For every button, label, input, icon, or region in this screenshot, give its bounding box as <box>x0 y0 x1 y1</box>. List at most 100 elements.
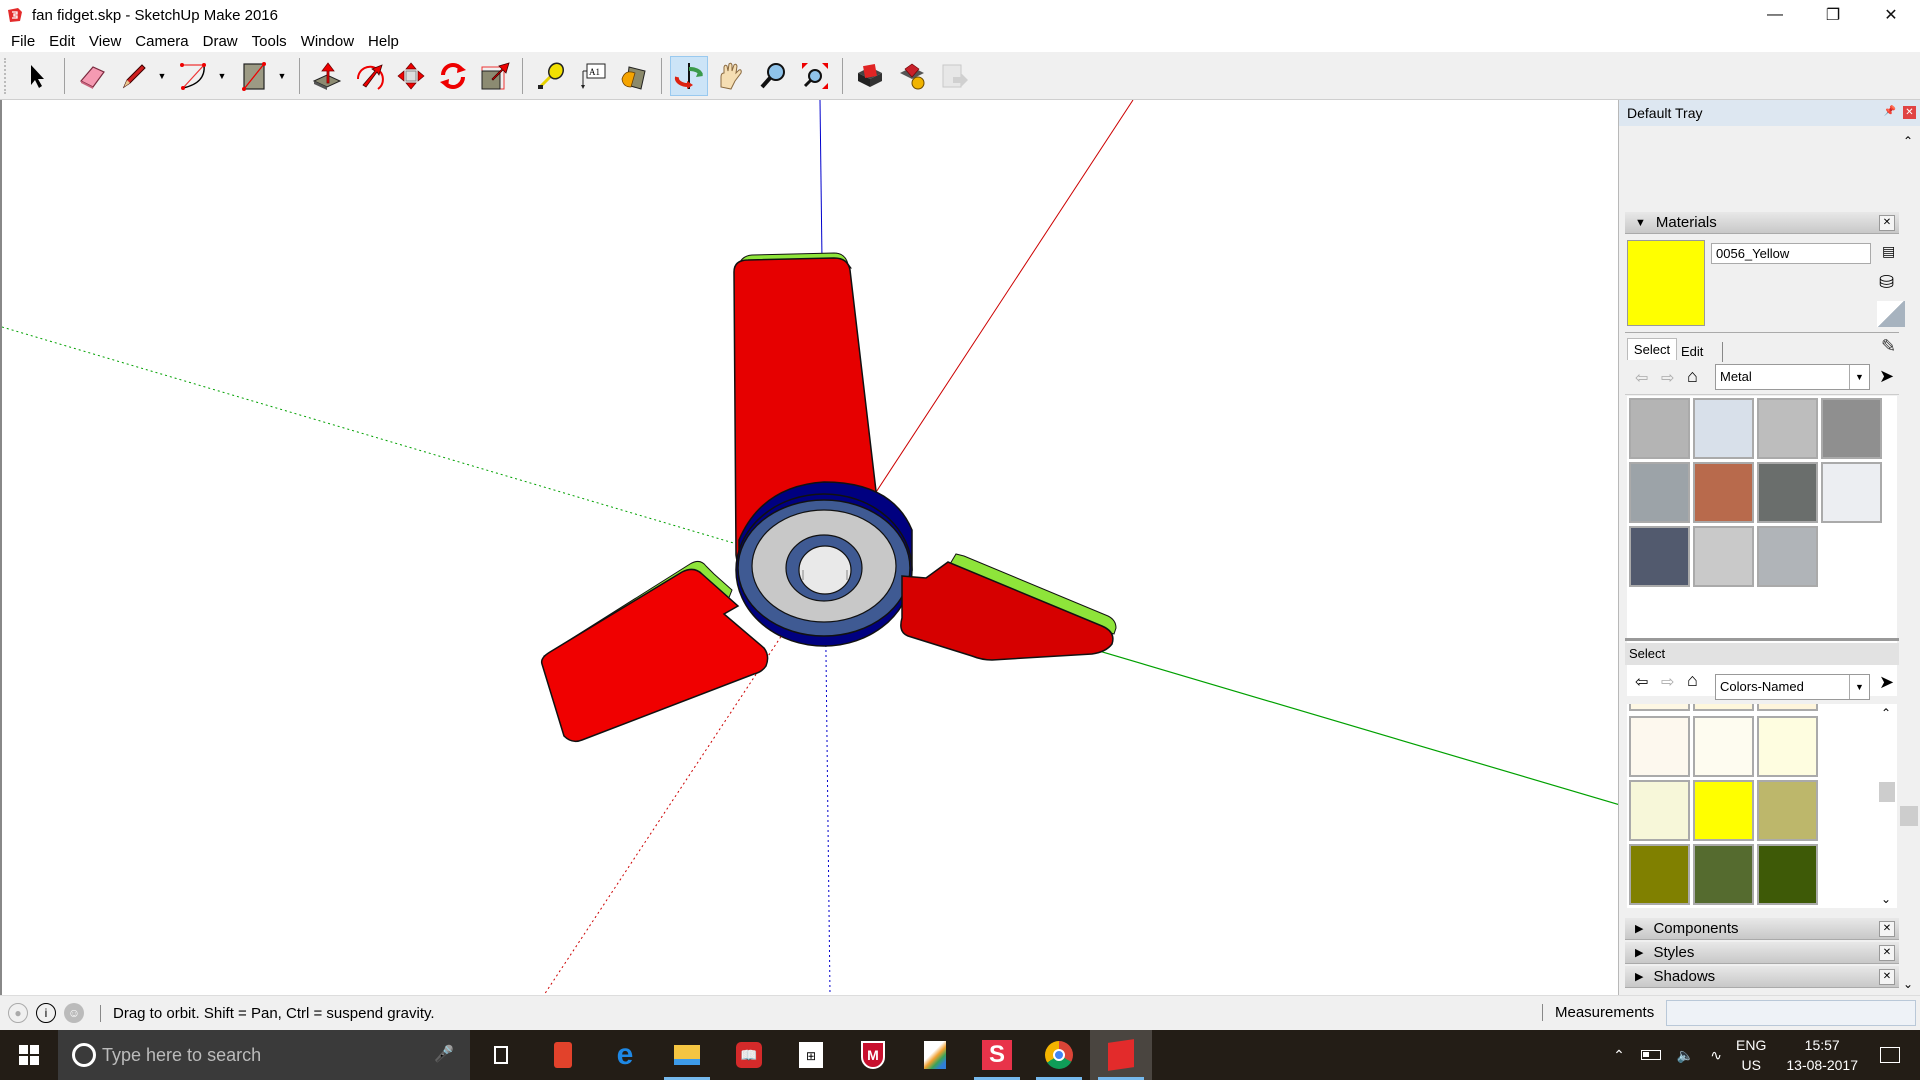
rectangle-tool-dropdown[interactable]: ▼ <box>275 56 289 96</box>
restore-button[interactable]: ❐ <box>1804 0 1862 30</box>
follow-me-tool-button[interactable] <box>350 56 388 96</box>
taskbar-paint-app[interactable] <box>904 1030 966 1080</box>
extension-warehouse-tool-button[interactable] <box>893 56 931 96</box>
menu-window[interactable]: Window <box>294 33 361 50</box>
line-tool-button[interactable] <box>115 56 153 96</box>
tab-edit[interactable]: Edit <box>1677 342 1723 362</box>
components-close-button[interactable]: ✕ <box>1879 921 1895 937</box>
tape-measure-tool-button[interactable] <box>531 56 569 96</box>
material-swatch[interactable] <box>1629 780 1690 841</box>
materials-close-button[interactable]: ✕ <box>1879 215 1895 231</box>
orbit-tool-button[interactable] <box>670 55 708 96</box>
material-swatch[interactable] <box>1629 716 1690 777</box>
back-button[interactable]: ⇦ <box>1635 368 1648 388</box>
taskbar-chrome[interactable] <box>1028 1030 1090 1080</box>
wifi-icon[interactable]: ∿ <box>1710 1047 1722 1064</box>
start-button[interactable] <box>0 1030 58 1080</box>
tray-scrollbar[interactable]: ⌃ ⌄ <box>1898 126 1920 995</box>
details-button[interactable]: ➤ <box>1879 366 1894 387</box>
create-material-button[interactable]: ⛁ <box>1879 272 1894 293</box>
taskbar-app-s[interactable]: S <box>966 1030 1028 1080</box>
drawing-area[interactable] <box>0 100 1618 995</box>
taskbar-app-red[interactable] <box>532 1030 594 1080</box>
material-swatch[interactable] <box>1757 398 1818 459</box>
task-view-button[interactable] <box>470 1030 532 1080</box>
move-tool-button[interactable] <box>392 56 430 96</box>
line-tool-dropdown[interactable]: ▼ <box>155 56 169 96</box>
home-button[interactable]: ⌂ <box>1687 366 1698 387</box>
credits-info-icon[interactable]: i <box>36 1003 56 1023</box>
library-select[interactable]: Metal ▼ <box>1715 364 1870 390</box>
material-swatch[interactable] <box>1629 462 1690 523</box>
taskbar-reader[interactable]: 📖 <box>718 1030 780 1080</box>
clock[interactable]: 15:57 13-08-2017 <box>1786 1035 1858 1075</box>
styles-panel-header[interactable]: ▶ Styles ✕ <box>1625 942 1899 964</box>
menu-draw[interactable]: Draw <box>196 33 245 50</box>
material-swatch[interactable] <box>1693 462 1754 523</box>
user-account-icon[interactable]: ☺ <box>64 1003 84 1023</box>
taskbar-file-explorer[interactable] <box>656 1030 718 1080</box>
material-swatch[interactable] <box>1757 716 1818 777</box>
action-center-icon[interactable] <box>1880 1047 1900 1063</box>
rectangle-tool-button[interactable] <box>235 56 273 96</box>
menu-help[interactable]: Help <box>361 33 406 50</box>
menu-file[interactable]: File <box>4 33 42 50</box>
hub[interactable] <box>735 481 913 647</box>
secondary-home-button[interactable]: ⌂ <box>1687 670 1698 691</box>
zoom-tool-button[interactable] <box>754 56 792 96</box>
blade-right[interactable] <box>900 553 1117 661</box>
components-panel-header[interactable]: ▶ Components ✕ <box>1625 918 1899 940</box>
material-swatch[interactable] <box>1629 704 1690 711</box>
material-swatch[interactable] <box>1757 462 1818 523</box>
geo-location-icon[interactable]: ● <box>8 1003 28 1023</box>
close-button[interactable]: ✕ <box>1862 0 1920 30</box>
secondary-back-button[interactable]: ⇦ <box>1635 672 1648 692</box>
forward-button[interactable]: ⇨ <box>1661 368 1674 388</box>
tray-close-button[interactable]: ✕ <box>1903 106 1916 119</box>
rotate-tool-button[interactable] <box>434 56 472 96</box>
warehouse-tool-button[interactable] <box>851 56 889 96</box>
sample-paint-button[interactable]: ✎ <box>1881 336 1896 357</box>
material-swatch[interactable] <box>1757 844 1818 905</box>
measurements-input[interactable] <box>1666 1000 1916 1026</box>
blade-left[interactable] <box>540 560 769 743</box>
taskbar-search[interactable]: Type here to search 🎤 <box>58 1030 470 1080</box>
menu-tools[interactable]: Tools <box>245 33 294 50</box>
scroll-down-icon[interactable]: ⌄ <box>1903 977 1913 991</box>
scroll-up-icon[interactable]: ⌃ <box>1881 706 1891 720</box>
material-swatch[interactable] <box>1821 398 1882 459</box>
material-swatch[interactable] <box>1693 704 1754 711</box>
menu-camera[interactable]: Camera <box>128 33 195 50</box>
minimize-button[interactable]: — <box>1746 0 1804 30</box>
tray-scroll-thumb[interactable] <box>1900 806 1918 826</box>
text-tool-button[interactable]: A1 <box>573 56 611 96</box>
materials-panel-header[interactable]: ▼ Materials ✕ <box>1625 212 1899 234</box>
material-swatch[interactable] <box>1821 462 1882 523</box>
scroll-down-icon[interactable]: ⌄ <box>1881 892 1891 906</box>
secondary-details-button[interactable]: ➤ <box>1879 672 1894 693</box>
scale-tool-button[interactable] <box>476 56 514 96</box>
model-canvas[interactable] <box>2 100 1618 995</box>
arc-tool-dropdown[interactable]: ▼ <box>215 56 229 96</box>
pin-icon[interactable]: 📌 <box>1884 106 1896 117</box>
push-pull-tool-button[interactable] <box>308 56 346 96</box>
material-swatch[interactable] <box>1629 526 1690 587</box>
menu-edit[interactable]: Edit <box>42 33 82 50</box>
colors-scroll-thumb[interactable] <box>1879 782 1895 802</box>
material-swatch[interactable] <box>1629 398 1690 459</box>
layout-tool-button[interactable] <box>935 56 973 96</box>
material-swatch[interactable] <box>1757 526 1818 587</box>
zoom-extents-tool-button[interactable] <box>796 56 834 96</box>
shadows-close-button[interactable]: ✕ <box>1879 969 1895 985</box>
material-swatch[interactable] <box>1693 716 1754 777</box>
colors-scrollbar[interactable]: ⌃ ⌄ <box>1877 704 1897 908</box>
show-hidden-icons-button[interactable]: ⌃ <box>1613 1047 1625 1064</box>
tab-select[interactable]: Select <box>1627 338 1677 360</box>
material-swatch[interactable] <box>1693 844 1754 905</box>
eraser-tool-button[interactable] <box>73 56 111 96</box>
language-indicator[interactable]: ENG US <box>1736 1035 1766 1075</box>
current-material-swatch[interactable] <box>1627 240 1705 326</box>
styles-close-button[interactable]: ✕ <box>1879 945 1895 961</box>
taskbar-mcafee[interactable]: M <box>842 1030 904 1080</box>
secondary-forward-button[interactable]: ⇨ <box>1661 672 1674 692</box>
